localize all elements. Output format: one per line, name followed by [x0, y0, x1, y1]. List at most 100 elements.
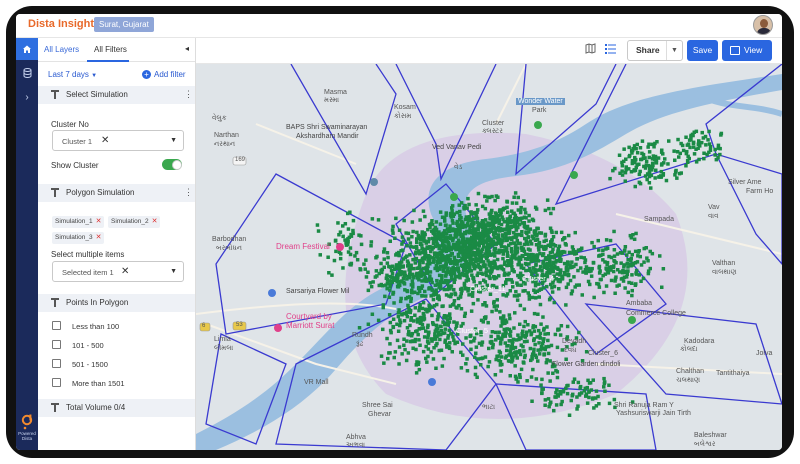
delivery-point [643, 156, 647, 160]
delivery-point [542, 328, 546, 332]
delivery-point [508, 339, 513, 343]
tab-all-filters[interactable]: All Filters [94, 45, 127, 54]
section-title: Polygon Simulation [66, 188, 135, 197]
map-label: Marriott Surat [286, 321, 335, 330]
section-total-volume[interactable]: Total Volume 0/4 [38, 399, 195, 417]
delivery-point [422, 317, 427, 321]
delivery-point [546, 371, 550, 375]
delivery-point [623, 179, 627, 183]
simulation-chip[interactable]: Simulation_2 ✕ [108, 216, 161, 228]
delivery-point [443, 340, 447, 344]
view-button[interactable]: View [722, 40, 772, 61]
collapse-panel-icon[interactable]: ◂ [185, 44, 189, 53]
delivery-point [381, 327, 385, 332]
tab-all-layers[interactable]: All Layers [44, 45, 79, 54]
delivery-point [327, 271, 331, 275]
remove-icon[interactable]: ✕ [96, 218, 102, 225]
delivery-point [528, 346, 533, 351]
delivery-point [549, 343, 554, 348]
checkbox[interactable] [52, 359, 61, 368]
delivery-point [400, 242, 404, 246]
clear-icon[interactable]: ✕ [121, 266, 129, 277]
map-label: Devadh [562, 338, 587, 345]
checkbox[interactable] [52, 340, 61, 349]
delivery-point [598, 253, 602, 258]
multi-select[interactable]: Selected item 1 ✕ ▼ [52, 261, 184, 282]
delivery-point [532, 347, 536, 352]
delivery-point [398, 299, 403, 304]
delivery-point [608, 238, 613, 243]
home-icon[interactable] [16, 38, 38, 60]
delivery-point [548, 250, 553, 255]
section-select-simulation[interactable]: Select Simulation ⋮ [38, 86, 195, 104]
delivery-point [405, 254, 409, 258]
map-label: કોસમ [394, 113, 412, 120]
section-polygon-simulation[interactable]: Polygon Simulation ⋮ [38, 184, 195, 202]
delivery-point [505, 205, 509, 210]
delivery-point [549, 282, 553, 287]
more-vertical-icon[interactable]: ⋮ [184, 89, 193, 100]
clear-icon[interactable]: ✕ [101, 135, 109, 146]
delivery-point [510, 268, 514, 273]
add-filter-button[interactable]: + Add filter [142, 70, 186, 79]
delivery-point [491, 252, 495, 256]
delivery-point [425, 268, 430, 272]
avatar[interactable] [753, 15, 773, 35]
simulation-chip[interactable]: Simulation_1 ✕ [52, 216, 105, 228]
save-button[interactable]: Save [687, 40, 718, 61]
share-button[interactable]: Share ▼ [627, 40, 683, 61]
brand-logo[interactable]: Dista Insight [28, 18, 94, 30]
delivery-point [492, 259, 496, 263]
delivery-point [413, 313, 417, 317]
multi-select-value: Selected item 1 [62, 268, 114, 277]
delivery-point [520, 331, 524, 336]
delivery-point [621, 279, 626, 283]
delivery-point [523, 207, 527, 212]
list-icon[interactable] [602, 43, 618, 59]
checkbox[interactable] [52, 321, 61, 330]
delivery-point [461, 267, 466, 272]
remove-icon[interactable]: ✕ [152, 218, 158, 225]
delivery-point [438, 222, 443, 226]
delivery-point [359, 234, 363, 238]
remove-icon[interactable]: ✕ [96, 234, 102, 241]
filter-icon [51, 403, 59, 412]
map-icon[interactable] [582, 43, 598, 59]
delivery-point [543, 403, 547, 407]
map-canvas[interactable]: વેલુક Narthan નરથાન BAPS Shri Swaminaray… [196, 64, 782, 450]
location-chip[interactable]: Surat, Gujarat [94, 17, 154, 32]
database-icon[interactable] [16, 62, 38, 84]
date-range-dropdown[interactable]: Last 7 days ▼ [48, 70, 97, 79]
show-cluster-toggle[interactable] [162, 159, 182, 170]
delivery-point [636, 250, 640, 254]
delivery-point [596, 238, 600, 243]
map-label: કોલદા [680, 346, 698, 353]
delivery-point [521, 344, 525, 349]
delivery-point [526, 235, 531, 240]
delivery-point [406, 332, 410, 337]
delivery-point [491, 342, 495, 347]
delivery-point [555, 251, 560, 256]
map-label: Jolva [756, 350, 773, 357]
delivery-point [506, 236, 510, 240]
delivery-point [438, 279, 443, 284]
delivery-point [410, 290, 414, 295]
delivery-point [494, 213, 499, 218]
delivery-point [493, 373, 498, 377]
delivery-point [641, 276, 646, 281]
delivery-point [401, 257, 406, 261]
checkbox[interactable] [52, 378, 61, 387]
chevron-right-icon[interactable]: › [16, 86, 38, 108]
section-points-in-polygon[interactable]: Points In Polygon [38, 294, 195, 312]
delivery-point [458, 209, 462, 214]
cluster-select[interactable]: Cluster 1 ✕ ▼ [52, 130, 184, 151]
delivery-point [553, 332, 558, 337]
chevron-down-icon[interactable]: ▼ [666, 41, 682, 60]
delivery-point [416, 233, 421, 238]
delivery-point [654, 168, 658, 172]
delivery-point [630, 281, 634, 285]
more-vertical-icon[interactable]: ⋮ [184, 187, 193, 198]
delivery-point [684, 151, 689, 156]
simulation-chip[interactable]: Simulation_3 ✕ [52, 232, 105, 244]
delivery-point [604, 266, 608, 271]
